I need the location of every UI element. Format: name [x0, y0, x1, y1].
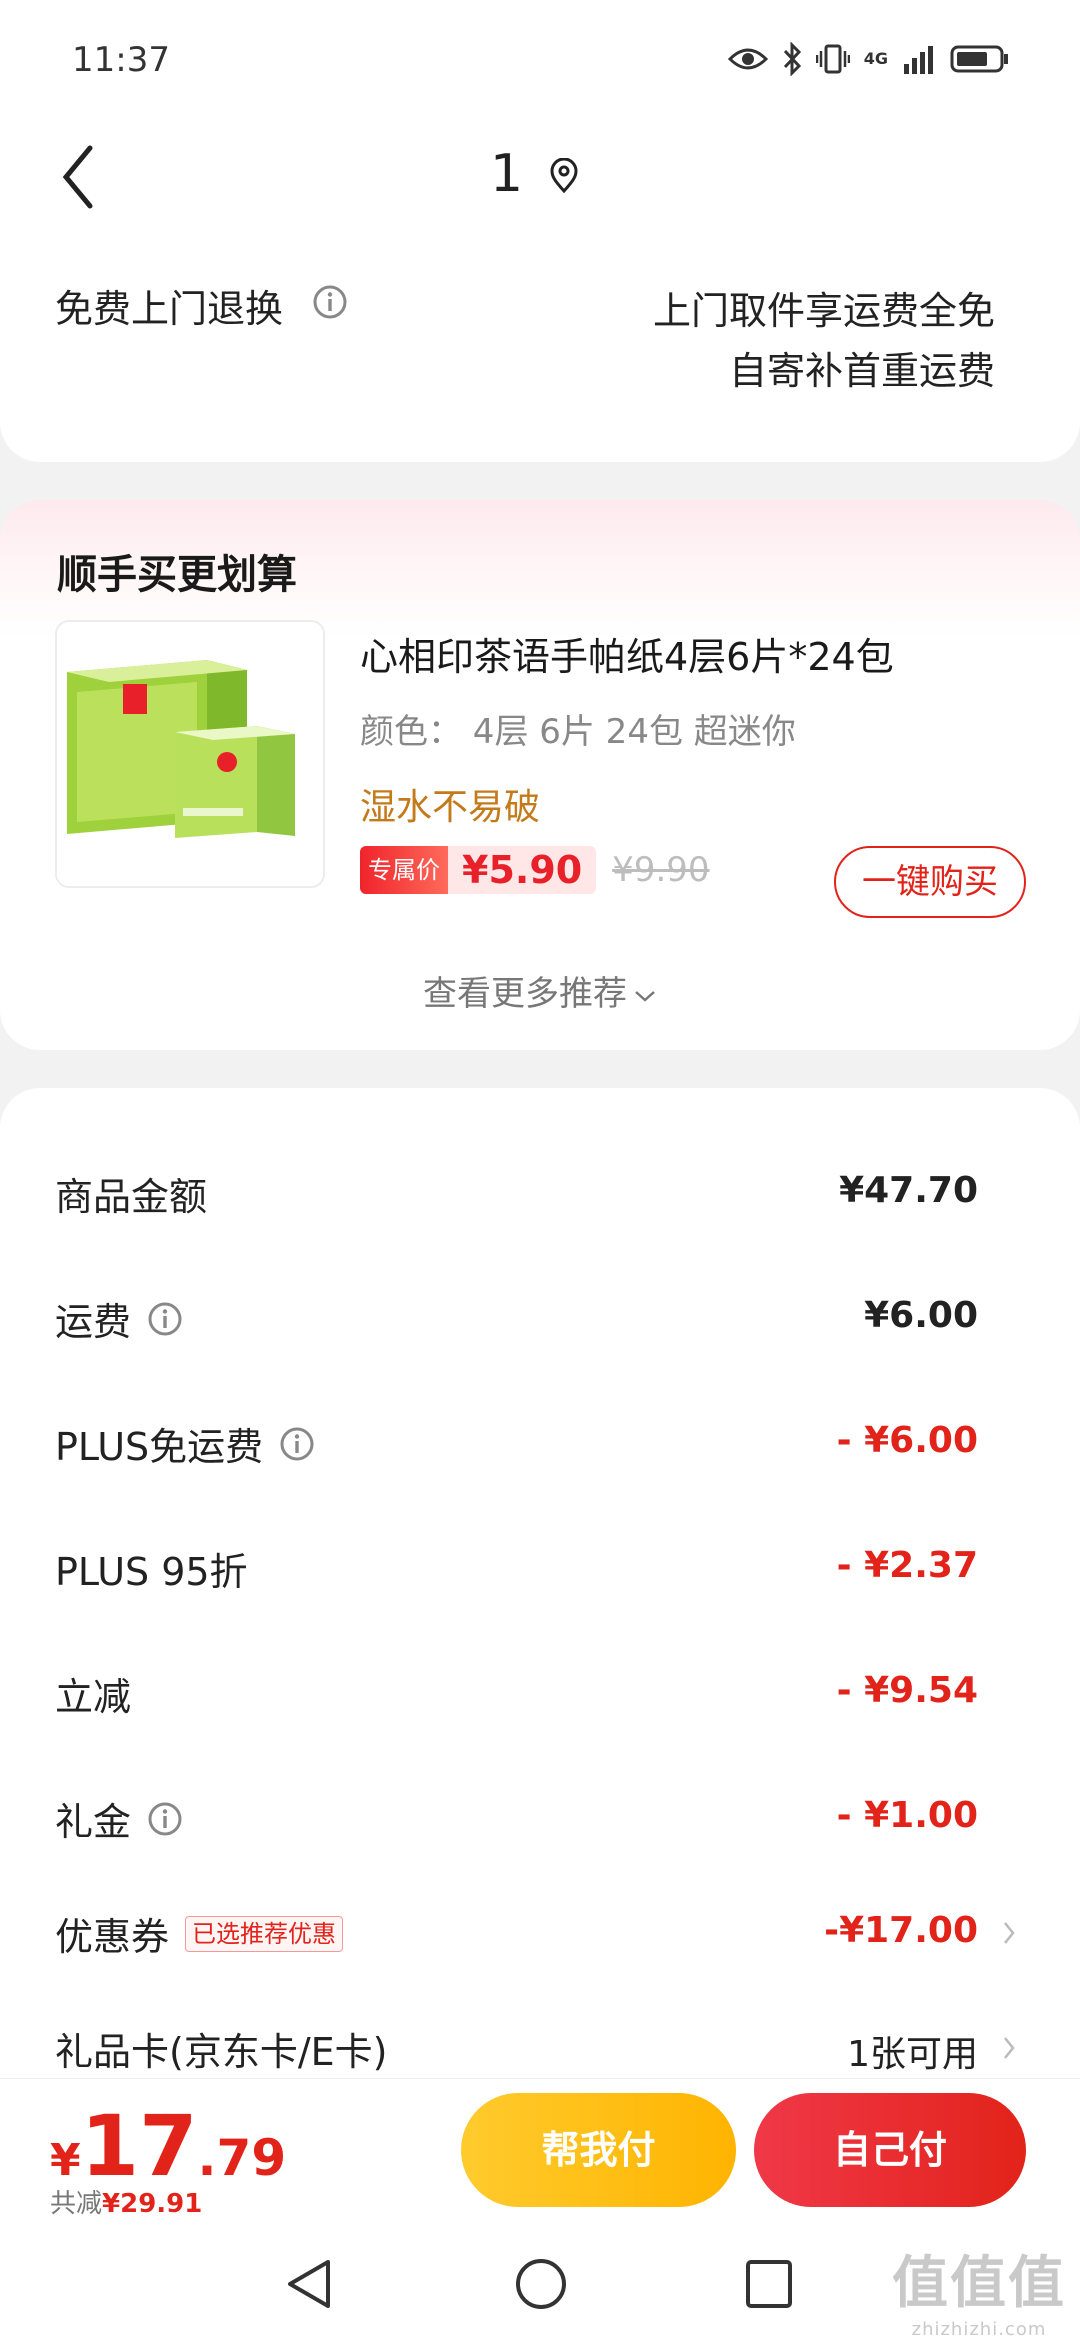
watermark-url: zhizhizhi.com	[911, 2319, 1047, 2340]
nav-back-triangle-icon[interactable]	[284, 2256, 334, 2312]
summary-row-goods: 商品金额 ¥47.70	[0, 1166, 1080, 1226]
chevron-right-icon	[1004, 2037, 1015, 2059]
summary-card: 商品金额 ¥47.70 运费 ¥6.00 PLUS免运费 - ¥6.00 PLU…	[0, 1088, 1080, 2088]
free-return-label: 免费上门退换	[55, 287, 284, 331]
summary-label: 礼品卡(京东卡/E卡)	[55, 2030, 388, 2074]
summary-label: 运费	[55, 1300, 132, 1344]
summary-value: ¥47.70	[839, 1170, 978, 1211]
summary-label: PLUS 95折	[55, 1550, 248, 1594]
summary-row-plus-discount: PLUS 95折 - ¥2.37	[0, 1541, 1080, 1601]
price-row: 专属价 ¥5.90 ¥9.90	[360, 846, 710, 894]
recommend-title: 顺手买更划算	[57, 552, 297, 598]
summary-label: 立减	[55, 1675, 132, 1719]
pay-myself-button[interactable]: 自己付	[754, 2093, 1026, 2207]
status-time: 11:37	[72, 40, 170, 80]
summary-row-coupon[interactable]: 优惠券 已选推荐优惠 -¥17.00	[0, 1906, 1080, 1966]
coupon-selected-tag: 已选推荐优惠	[185, 1915, 344, 1952]
chevron-down-icon	[635, 990, 655, 1002]
summary-label: 礼金	[55, 1800, 132, 1844]
page-title: 1	[490, 144, 524, 204]
help-me-pay-button[interactable]: 帮我付	[461, 2093, 736, 2207]
summary-label: 优惠券	[55, 1915, 170, 1959]
summary-row-gift-card[interactable]: 礼品卡(京东卡/E卡) 1张可用	[0, 2021, 1080, 2081]
status-icons: 4G	[727, 42, 1010, 76]
total-price: ¥17.79	[50, 2097, 286, 2195]
discount-label: 共减	[50, 2189, 103, 2219]
total-decimal: .79	[197, 2129, 287, 2187]
one-click-buy-button[interactable]: 一键购买	[834, 846, 1026, 918]
summary-row-plus-free-shipping: PLUS免运费 - ¥6.00	[0, 1416, 1080, 1476]
more-recommend-label: 查看更多推荐	[423, 974, 627, 1014]
back-arrow-icon[interactable]	[56, 142, 106, 212]
product-spec: 颜色： 4层 6片 24包 超迷你	[360, 712, 796, 752]
tissue-pack-image	[57, 622, 323, 886]
watermark: 值值值 zhizhizhi.com	[892, 2238, 1066, 2340]
product-image[interactable]	[55, 620, 325, 888]
return-policy-line1: 上门取件享运费全免	[652, 289, 995, 333]
more-recommend-link[interactable]: 查看更多推荐	[0, 966, 1080, 1015]
product-feature-tag: 湿水不易破	[360, 787, 541, 828]
bluetooth-icon	[783, 42, 801, 76]
summary-row-shipping: 运费 ¥6.00	[0, 1291, 1080, 1351]
watermark-logo: 值值值	[892, 2251, 1066, 2316]
return-policy-line2: 自寄补首重运费	[728, 349, 995, 393]
eye-icon	[727, 48, 768, 70]
summary-value: - ¥9.54	[836, 1670, 978, 1711]
network-label: 4G	[863, 49, 888, 68]
nav-home-circle-icon[interactable]	[514, 2256, 568, 2312]
info-icon[interactable]	[147, 1301, 183, 1337]
summary-value: -¥17.00	[824, 1910, 978, 1951]
summary-row-instant-reduction: 立减 - ¥9.54	[0, 1666, 1080, 1726]
currency-symbol: ¥	[50, 2135, 81, 2186]
battery-icon	[950, 45, 1008, 73]
chevron-right-icon	[1004, 1922, 1015, 1944]
product-price: ¥5.90	[448, 846, 597, 894]
status-bar: 11:37 4G	[0, 0, 1080, 120]
summary-value: - ¥6.00	[836, 1420, 978, 1461]
location-pin-icon[interactable]	[548, 158, 580, 194]
summary-label: 商品金额	[55, 1175, 208, 1219]
summary-label: PLUS免运费	[55, 1425, 264, 1469]
checkout-bar: ¥17.79 共减¥29.91 帮我付 自己付	[0, 2078, 1080, 2236]
recommend-card: 顺手买更划算 心相印茶语手帕纸4层6片*24包 颜色： 4层 6片 24包 超迷…	[0, 500, 1080, 1050]
summary-row-gift-money: 礼金 - ¥1.00	[0, 1791, 1080, 1851]
exclusive-price-badge: 专属价	[360, 846, 448, 894]
info-icon[interactable]	[147, 1801, 183, 1837]
summary-value: 1张可用	[847, 2034, 978, 2075]
nav-recents-square-icon[interactable]	[744, 2256, 794, 2312]
summary-value: - ¥2.37	[836, 1545, 978, 1586]
total-discount: 共减¥29.91	[50, 2183, 202, 2220]
signal-icon	[904, 46, 933, 74]
product-name[interactable]: 心相印茶语手帕纸4层6片*24包	[360, 626, 894, 681]
total-integer: 17	[80, 2097, 198, 2195]
discount-value: ¥29.91	[102, 2189, 203, 2219]
vibrate-icon	[815, 44, 850, 74]
summary-value: - ¥1.00	[836, 1795, 978, 1836]
original-price: ¥9.90	[612, 850, 710, 890]
info-icon[interactable]	[312, 284, 348, 320]
summary-value: ¥6.00	[864, 1295, 978, 1336]
info-icon[interactable]	[279, 1426, 315, 1462]
